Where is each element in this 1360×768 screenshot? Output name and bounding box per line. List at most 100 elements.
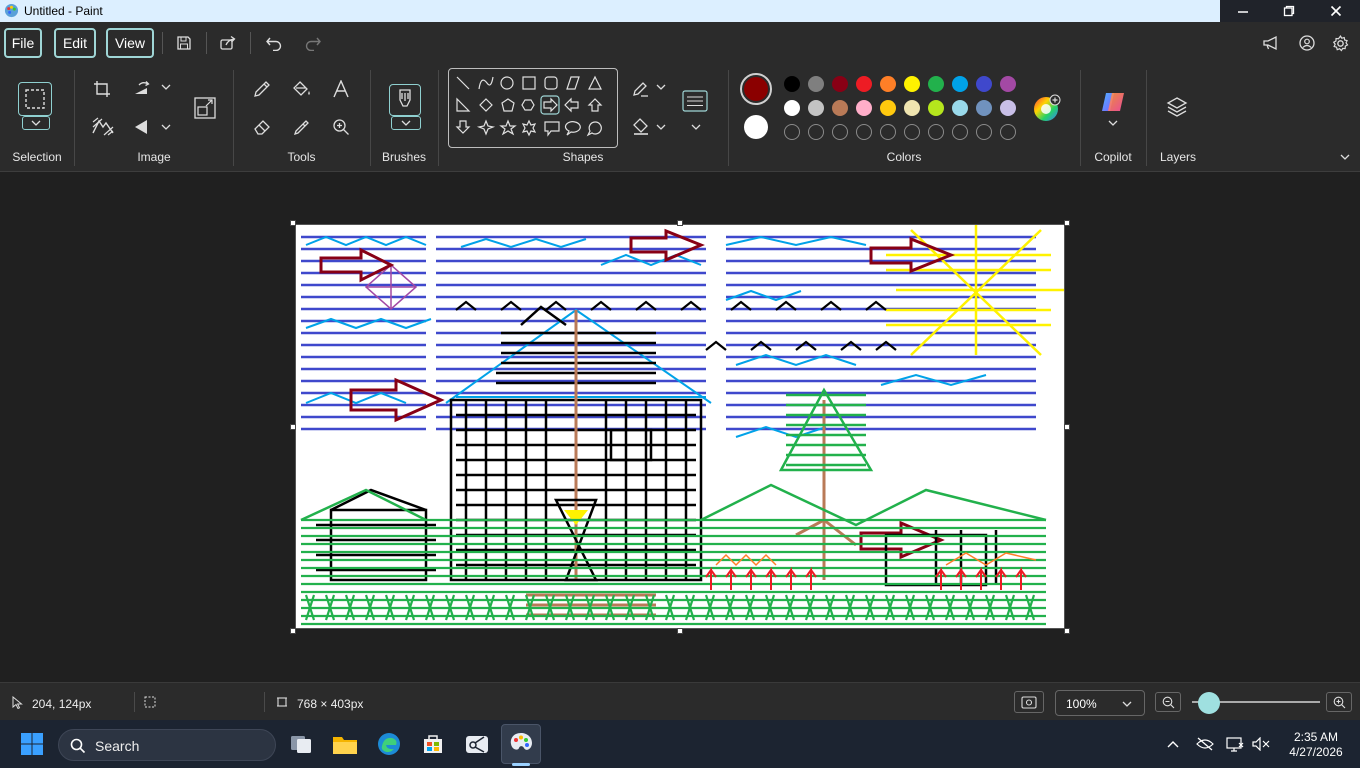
copilot-button[interactable] bbox=[1099, 90, 1127, 114]
shape-fill-dropdown[interactable] bbox=[656, 122, 666, 133]
primary-color-button[interactable] bbox=[740, 73, 772, 105]
resize-handle[interactable] bbox=[290, 628, 296, 634]
copilot-dropdown[interactable] bbox=[1108, 118, 1118, 129]
shape-fill-button[interactable] bbox=[628, 114, 654, 140]
settings-button[interactable] bbox=[1327, 30, 1353, 56]
custom-color-slot[interactable] bbox=[928, 124, 944, 140]
redo-button[interactable] bbox=[300, 30, 326, 56]
flip-dropdown[interactable] bbox=[161, 122, 171, 133]
pencil-tool[interactable] bbox=[249, 76, 275, 102]
color-picker-tool[interactable] bbox=[289, 114, 315, 140]
outline-dropdown[interactable] bbox=[656, 82, 666, 93]
eraser-tool[interactable] bbox=[249, 114, 275, 140]
color-swatch[interactable] bbox=[832, 100, 848, 116]
resize-handle[interactable] bbox=[290, 220, 296, 226]
custom-color-slot[interactable] bbox=[808, 124, 824, 140]
resize-handle[interactable] bbox=[1064, 424, 1070, 430]
text-tool[interactable] bbox=[328, 76, 354, 102]
color-swatch[interactable] bbox=[928, 76, 944, 92]
color-swatch[interactable] bbox=[784, 76, 800, 92]
network-button[interactable] bbox=[1222, 728, 1248, 760]
restore-button[interactable] bbox=[1266, 0, 1312, 22]
color-swatch[interactable] bbox=[880, 100, 896, 116]
selection-dropdown[interactable] bbox=[22, 116, 50, 130]
zoom-slider-thumb[interactable] bbox=[1198, 692, 1220, 714]
secondary-color-button[interactable] bbox=[744, 115, 768, 139]
color-swatch[interactable] bbox=[976, 76, 992, 92]
undo-button[interactable] bbox=[261, 30, 287, 56]
color-swatch[interactable] bbox=[784, 100, 800, 116]
ribbon-collapse-button[interactable] bbox=[1340, 152, 1350, 163]
close-button[interactable] bbox=[1312, 0, 1360, 22]
view-menu-button[interactable]: View bbox=[106, 28, 154, 58]
resize-handle[interactable] bbox=[677, 628, 683, 634]
color-swatch[interactable] bbox=[1000, 76, 1016, 92]
custom-color-slot[interactable] bbox=[856, 124, 872, 140]
resize-handle[interactable] bbox=[1064, 220, 1070, 226]
crop-button[interactable] bbox=[89, 76, 115, 102]
account-button[interactable] bbox=[1294, 30, 1320, 56]
resize-button[interactable] bbox=[191, 94, 219, 122]
share-button[interactable] bbox=[215, 30, 241, 56]
store-button[interactable] bbox=[417, 728, 449, 760]
paint-taskbar-button[interactable] bbox=[505, 728, 537, 760]
resize-handle[interactable] bbox=[677, 220, 683, 226]
selection-tool-button[interactable] bbox=[18, 82, 52, 116]
notification-off-button[interactable] bbox=[1192, 728, 1218, 760]
rotate-button[interactable] bbox=[130, 76, 156, 102]
color-swatch[interactable] bbox=[1000, 100, 1016, 116]
stroke-size-button[interactable] bbox=[682, 88, 708, 114]
custom-color-slot[interactable] bbox=[880, 124, 896, 140]
color-swatch[interactable] bbox=[880, 76, 896, 92]
custom-color-slot[interactable] bbox=[976, 124, 992, 140]
zoom-select[interactable]: 100% bbox=[1055, 690, 1145, 716]
file-menu-button[interactable]: File bbox=[4, 28, 42, 58]
zoom-in-button[interactable] bbox=[1326, 692, 1352, 712]
color-swatch[interactable] bbox=[928, 100, 944, 116]
task-view-button[interactable] bbox=[285, 728, 317, 760]
save-button[interactable] bbox=[171, 30, 197, 56]
taskbar-search[interactable]: Search bbox=[58, 729, 276, 761]
volume-button[interactable] bbox=[1248, 728, 1274, 760]
stroke-size-dropdown[interactable] bbox=[691, 122, 701, 133]
zoom-out-button[interactable] bbox=[1155, 692, 1181, 712]
drawing-canvas[interactable] bbox=[295, 224, 1065, 629]
edit-colors-button[interactable] bbox=[1033, 94, 1061, 122]
show-hidden-icons-button[interactable] bbox=[1160, 728, 1186, 760]
taskbar-clock[interactable]: 2:35 AM 4/27/2026 bbox=[1286, 730, 1346, 760]
color-swatch[interactable] bbox=[952, 76, 968, 92]
fill-tool[interactable] bbox=[289, 76, 315, 102]
layers-button[interactable] bbox=[1164, 94, 1190, 120]
start-button[interactable] bbox=[16, 728, 48, 760]
custom-color-slot[interactable] bbox=[832, 124, 848, 140]
brushes-dropdown[interactable] bbox=[391, 116, 421, 130]
color-swatch[interactable] bbox=[808, 76, 824, 92]
rotate-dropdown[interactable] bbox=[161, 82, 171, 93]
color-swatch[interactable] bbox=[952, 100, 968, 116]
flip-button[interactable] bbox=[130, 114, 156, 140]
fit-to-window-button[interactable] bbox=[1014, 691, 1044, 713]
resize-handle[interactable] bbox=[1064, 628, 1070, 634]
minimize-button[interactable] bbox=[1220, 0, 1266, 22]
outline-button[interactable] bbox=[628, 76, 654, 102]
color-swatch[interactable] bbox=[904, 100, 920, 116]
remove-background-button[interactable] bbox=[89, 114, 117, 140]
custom-color-slot[interactable] bbox=[952, 124, 968, 140]
color-swatch[interactable] bbox=[856, 76, 872, 92]
brushes-button[interactable] bbox=[389, 84, 421, 116]
color-swatch[interactable] bbox=[976, 100, 992, 116]
color-swatch[interactable] bbox=[832, 76, 848, 92]
color-swatch[interactable] bbox=[904, 76, 920, 92]
custom-color-slot[interactable] bbox=[904, 124, 920, 140]
edit-menu-button[interactable]: Edit bbox=[54, 28, 96, 58]
color-swatch[interactable] bbox=[856, 100, 872, 116]
edge-browser-button[interactable] bbox=[373, 728, 405, 760]
magnifier-tool[interactable] bbox=[328, 114, 354, 140]
snipping-tool-button[interactable] bbox=[461, 728, 493, 760]
custom-color-slot[interactable] bbox=[1000, 124, 1016, 140]
file-explorer-button[interactable] bbox=[329, 728, 361, 760]
whats-new-button[interactable] bbox=[1258, 30, 1284, 56]
resize-handle[interactable] bbox=[290, 424, 296, 430]
color-swatch[interactable] bbox=[808, 100, 824, 116]
custom-color-slot[interactable] bbox=[784, 124, 800, 140]
